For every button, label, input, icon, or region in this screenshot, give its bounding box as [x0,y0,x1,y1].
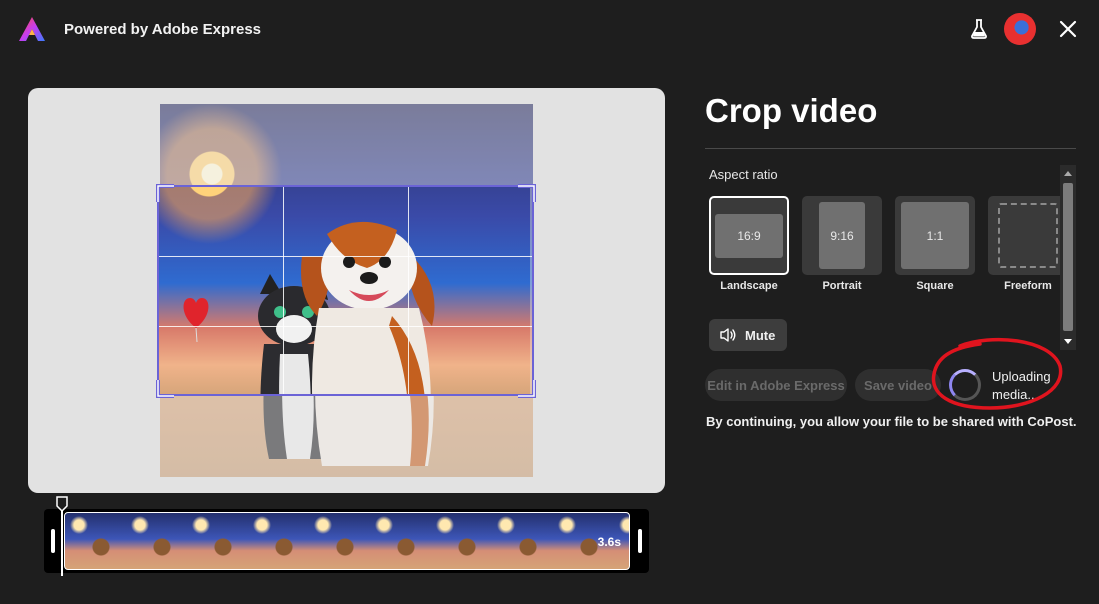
red-circle-annotation [931,337,1063,410]
video-timeline[interactable]: 3.6s [44,509,649,573]
crop-handle-top-right[interactable] [516,184,536,204]
close-icon[interactable] [1057,18,1079,40]
aspect-landscape-option[interactable]: 16:9 [709,196,789,275]
divider [705,148,1076,149]
adobe-express-logo [19,17,45,41]
options-scrollbar[interactable] [1060,165,1076,350]
crop-grid-line [159,256,532,257]
crop-grid-line [283,187,284,394]
ratio-name-portrait: Portrait [822,280,862,292]
aspect-ratio-label: Aspect ratio [709,167,778,182]
ratio-name-freeform: Freeform [1004,280,1052,292]
app-header: Powered by Adobe Express [0,0,1099,60]
aspect-portrait-option[interactable]: 9:16 [802,196,882,275]
save-video-button[interactable]: Save video [855,369,941,401]
crop-grid-line [159,326,532,327]
playhead[interactable] [61,507,63,576]
dog-graphic-crop [301,221,435,394]
ratio-shape-landscape: 16:9 [715,214,783,258]
crop-handle-top-left[interactable] [156,184,176,204]
edit-in-adobe-express-button[interactable]: Edit in Adobe Express [705,369,847,401]
flask-icon[interactable] [968,18,990,40]
trim-handle-start[interactable] [51,529,55,553]
crop-box-content [159,187,530,394]
crop-handle-bottom-left[interactable] [156,378,176,398]
aspect-square-option[interactable]: 1:1 [895,196,975,275]
ratio-name-square: Square [916,280,954,292]
scroll-up-icon[interactable] [1064,171,1072,176]
ratio-shape-freeform [998,203,1058,268]
ratio-shape-square: 1:1 [901,202,969,269]
crop-box[interactable] [157,185,534,396]
video-filmstrip[interactable]: 3.6s [64,512,630,570]
balloon-graphic-crop [183,298,209,342]
scroll-down-icon[interactable] [1064,339,1072,344]
mute-label: Mute [745,327,776,343]
playhead-handle-icon[interactable] [56,496,68,512]
page-title: Crop video [705,92,878,129]
video-preview-panel [28,88,665,493]
mute-button[interactable]: Mute [709,319,787,351]
ratio-name-landscape: Landscape [720,280,778,292]
scroll-thumb[interactable] [1063,183,1073,331]
ratio-shape-portrait: 9:16 [819,202,865,269]
trim-handle-end[interactable] [638,529,642,553]
crop-grid-line [408,187,409,394]
clip-duration: 3.6s [597,535,621,549]
speaker-icon [720,328,736,342]
consent-notice: By continuing, you allow your file to be… [706,414,1077,429]
aspect-freeform-option[interactable] [988,196,1068,275]
crop-handle-bottom-right[interactable] [516,378,536,398]
brand-title: Powered by Adobe Express [64,21,262,38]
user-avatar[interactable] [1004,13,1036,45]
